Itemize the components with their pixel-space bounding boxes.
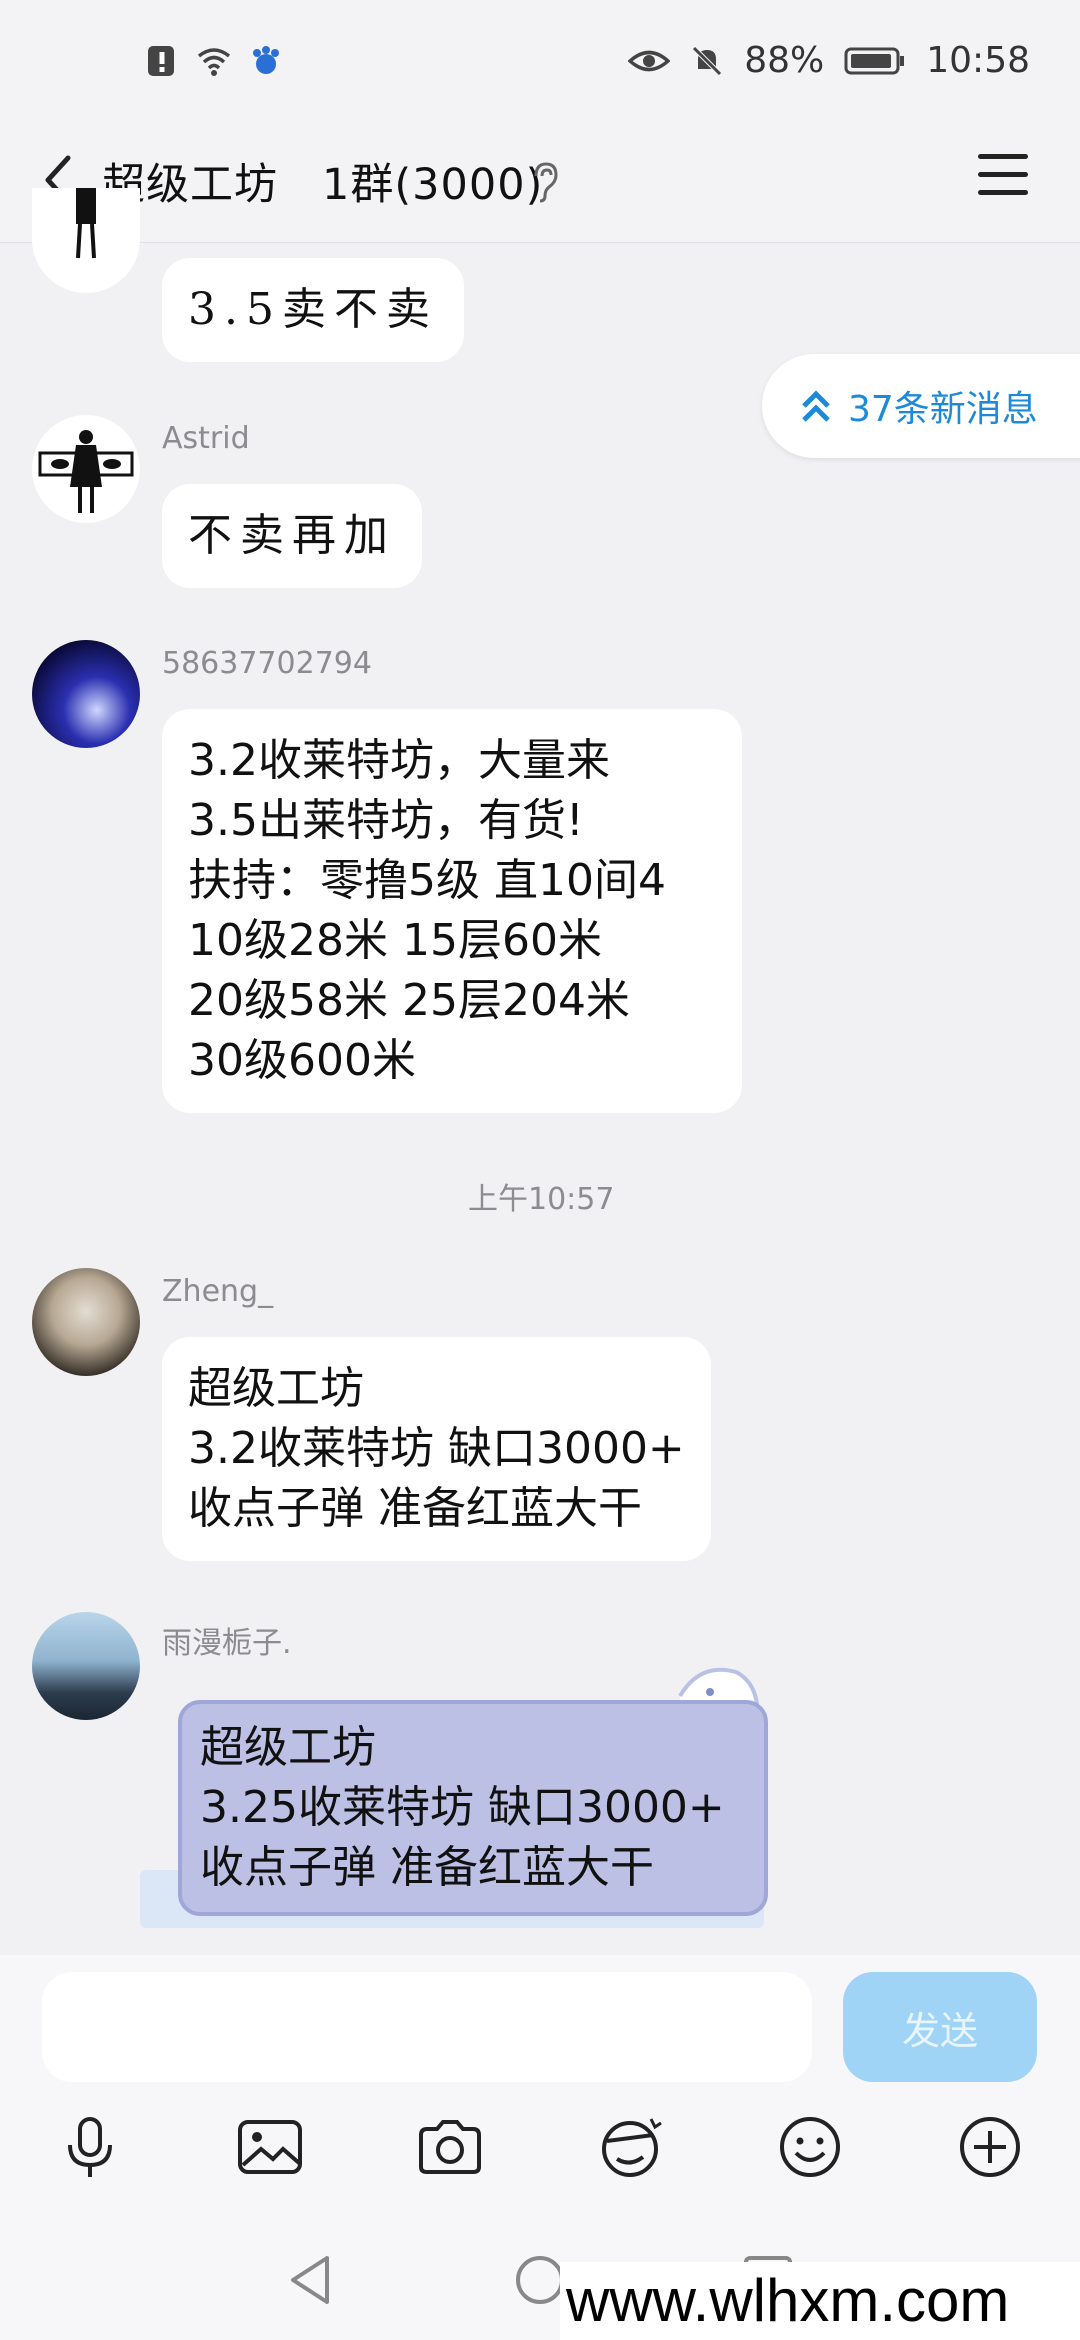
camera-button[interactable]: [415, 2112, 485, 2182]
sticker-button[interactable]: [595, 2112, 665, 2182]
sender-name: 58637702794: [162, 646, 372, 681]
avatar[interactable]: [32, 188, 140, 293]
image-button[interactable]: [235, 2112, 305, 2182]
message-bubble[interactable]: 超级工坊 3.2收莱特坊 缺口3000+ 收点子弹 准备红蓝大干: [162, 1337, 711, 1561]
avatar[interactable]: [32, 1612, 140, 1720]
voice-button[interactable]: [55, 2112, 125, 2182]
new-messages-label: 37条新消息: [848, 389, 1038, 430]
time-divider: 上午10:57: [468, 1182, 615, 1217]
message-bubble[interactable]: 不卖再加: [162, 484, 422, 588]
battery-icon: [844, 47, 905, 74]
sender-name: Zheng_: [162, 1274, 274, 1309]
camera-icon: [419, 2120, 481, 2174]
sender-name: Astrid: [162, 421, 250, 456]
sticker-face-icon: [602, 2118, 662, 2177]
status-left-icons: [145, 44, 283, 78]
status-right: 88% 10:58: [628, 40, 1030, 81]
eye-icon: [628, 50, 671, 71]
clock: 10:58: [926, 40, 1030, 81]
baidu-icon: [253, 46, 279, 74]
chat-title[interactable]: 超级工坊 1群(3000): [102, 150, 543, 212]
ear-icon[interactable]: [530, 160, 560, 204]
double-chevron-up-icon: [802, 390, 830, 422]
avatar[interactable]: [32, 640, 140, 748]
avatar-silhouette-icon: [76, 188, 96, 259]
wifi-icon: [197, 48, 231, 76]
message-bubble[interactable]: 3.2收莱特坊，大量来 3.5出莱特坊，有货! 扶持：零撸5级 直10间4 10…: [162, 709, 742, 1113]
alert-icon: [148, 46, 174, 76]
battery-percent: 88%: [744, 40, 825, 81]
sender-name: 雨漫栀子.: [162, 1626, 292, 1661]
emoji-button[interactable]: [775, 2112, 845, 2182]
avatar[interactable]: [32, 415, 140, 523]
plus-circle-icon: [960, 2117, 1020, 2177]
smiley-icon: [780, 2117, 840, 2177]
message-input[interactable]: [42, 1972, 812, 2082]
new-messages-button[interactable]: 37条新消息: [762, 354, 1080, 458]
mute-bell-icon: [692, 45, 723, 76]
avatar[interactable]: [32, 1268, 140, 1376]
watermark: www.wlhxm.com: [560, 2262, 1080, 2340]
avatar-silhouette-icon: [38, 430, 134, 513]
nav-back-icon[interactable]: [285, 2252, 335, 2308]
menu-icon[interactable]: [978, 154, 1028, 200]
more-button[interactable]: [955, 2112, 1025, 2182]
image-icon: [238, 2120, 302, 2174]
message-bubble[interactable]: 超级工坊 3.25收莱特坊 缺口3000+ 收点子弹 准备红蓝大干: [178, 1700, 768, 1916]
send-button[interactable]: 发送: [843, 1972, 1037, 2082]
microphone-icon: [68, 2117, 112, 2177]
message-bubble[interactable]: 3.5卖不卖: [162, 258, 464, 362]
